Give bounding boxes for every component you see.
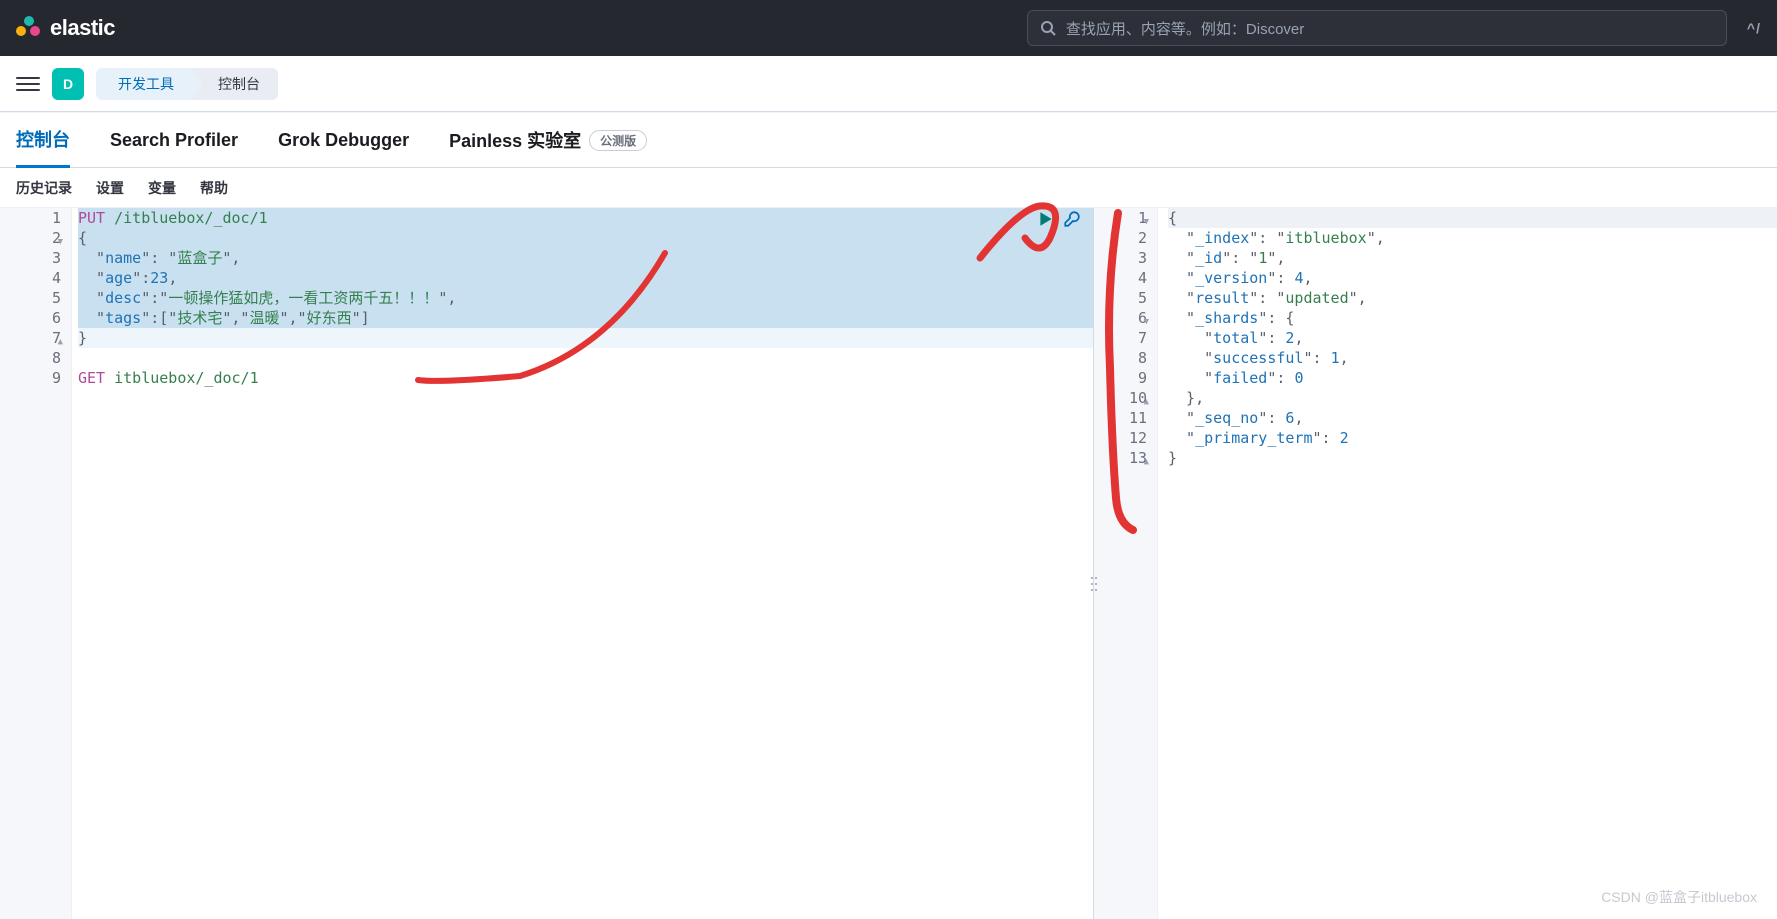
elastic-logo-icon — [16, 16, 40, 40]
beta-badge: 公测版 — [589, 130, 647, 151]
variables-button[interactable]: 变量 — [148, 178, 176, 198]
history-button[interactable]: 历史记录 — [16, 178, 72, 198]
play-icon[interactable] — [1037, 210, 1055, 228]
request-code[interactable]: PUT /itbluebox/_doc/1{ "name": "蓝盒子", "a… — [72, 208, 1093, 919]
sub-header: D 开发工具 控制台 — [0, 56, 1777, 112]
response-gutter: 1▼23456▼78910▲111213▲ — [1094, 208, 1158, 919]
console-main: 12▼34567▲89 PUT /itbluebox/_doc/1{ "name… — [0, 208, 1777, 919]
request-actions — [1037, 210, 1081, 228]
search-placeholder: 查找应用、内容等。例如：Discover — [1066, 18, 1304, 39]
keyboard-shortcut-hint: ^/ — [1747, 20, 1761, 36]
pane-resizer[interactable] — [1086, 564, 1102, 604]
tab-console[interactable]: 控制台 — [16, 112, 70, 168]
response-viewer[interactable]: 1▼23456▼78910▲111213▲ { "_index": "itblu… — [1094, 208, 1777, 919]
search-icon — [1040, 20, 1056, 36]
request-gutter: 12▼34567▲89 — [0, 208, 72, 919]
space-selector[interactable]: D — [52, 68, 84, 100]
brand-name: elastic — [50, 15, 115, 41]
response-code: { "_index": "itbluebox", "_id": "1", "_v… — [1158, 208, 1777, 919]
breadcrumb: 开发工具 控制台 — [96, 68, 278, 100]
brand-logo[interactable]: elastic — [16, 15, 115, 41]
breadcrumb-dev-tools[interactable]: 开发工具 — [96, 68, 192, 100]
help-button[interactable]: 帮助 — [200, 178, 228, 198]
watermark: CSDN @蓝盒子itbluebox — [1601, 887, 1757, 907]
tab-search-profiler[interactable]: Search Profiler — [110, 112, 238, 168]
request-editor[interactable]: 12▼34567▲89 PUT /itbluebox/_doc/1{ "name… — [0, 208, 1094, 919]
nav-toggle-button[interactable] — [16, 77, 40, 91]
global-header: elastic 查找应用、内容等。例如：Discover ^/ — [0, 0, 1777, 56]
global-search-input[interactable]: 查找应用、内容等。例如：Discover — [1027, 10, 1727, 46]
wrench-icon[interactable] — [1063, 210, 1081, 228]
tab-grok-debugger[interactable]: Grok Debugger — [278, 112, 409, 168]
console-toolbelt: 历史记录 设置 变量 帮助 — [0, 168, 1777, 208]
breadcrumb-console[interactable]: 控制台 — [192, 68, 278, 100]
settings-button[interactable]: 设置 — [96, 178, 124, 198]
dev-tools-tabs: 控制台 Search Profiler Grok Debugger Painle… — [0, 112, 1777, 168]
tab-painless-lab[interactable]: Painless 实验室 公测版 — [449, 112, 647, 168]
